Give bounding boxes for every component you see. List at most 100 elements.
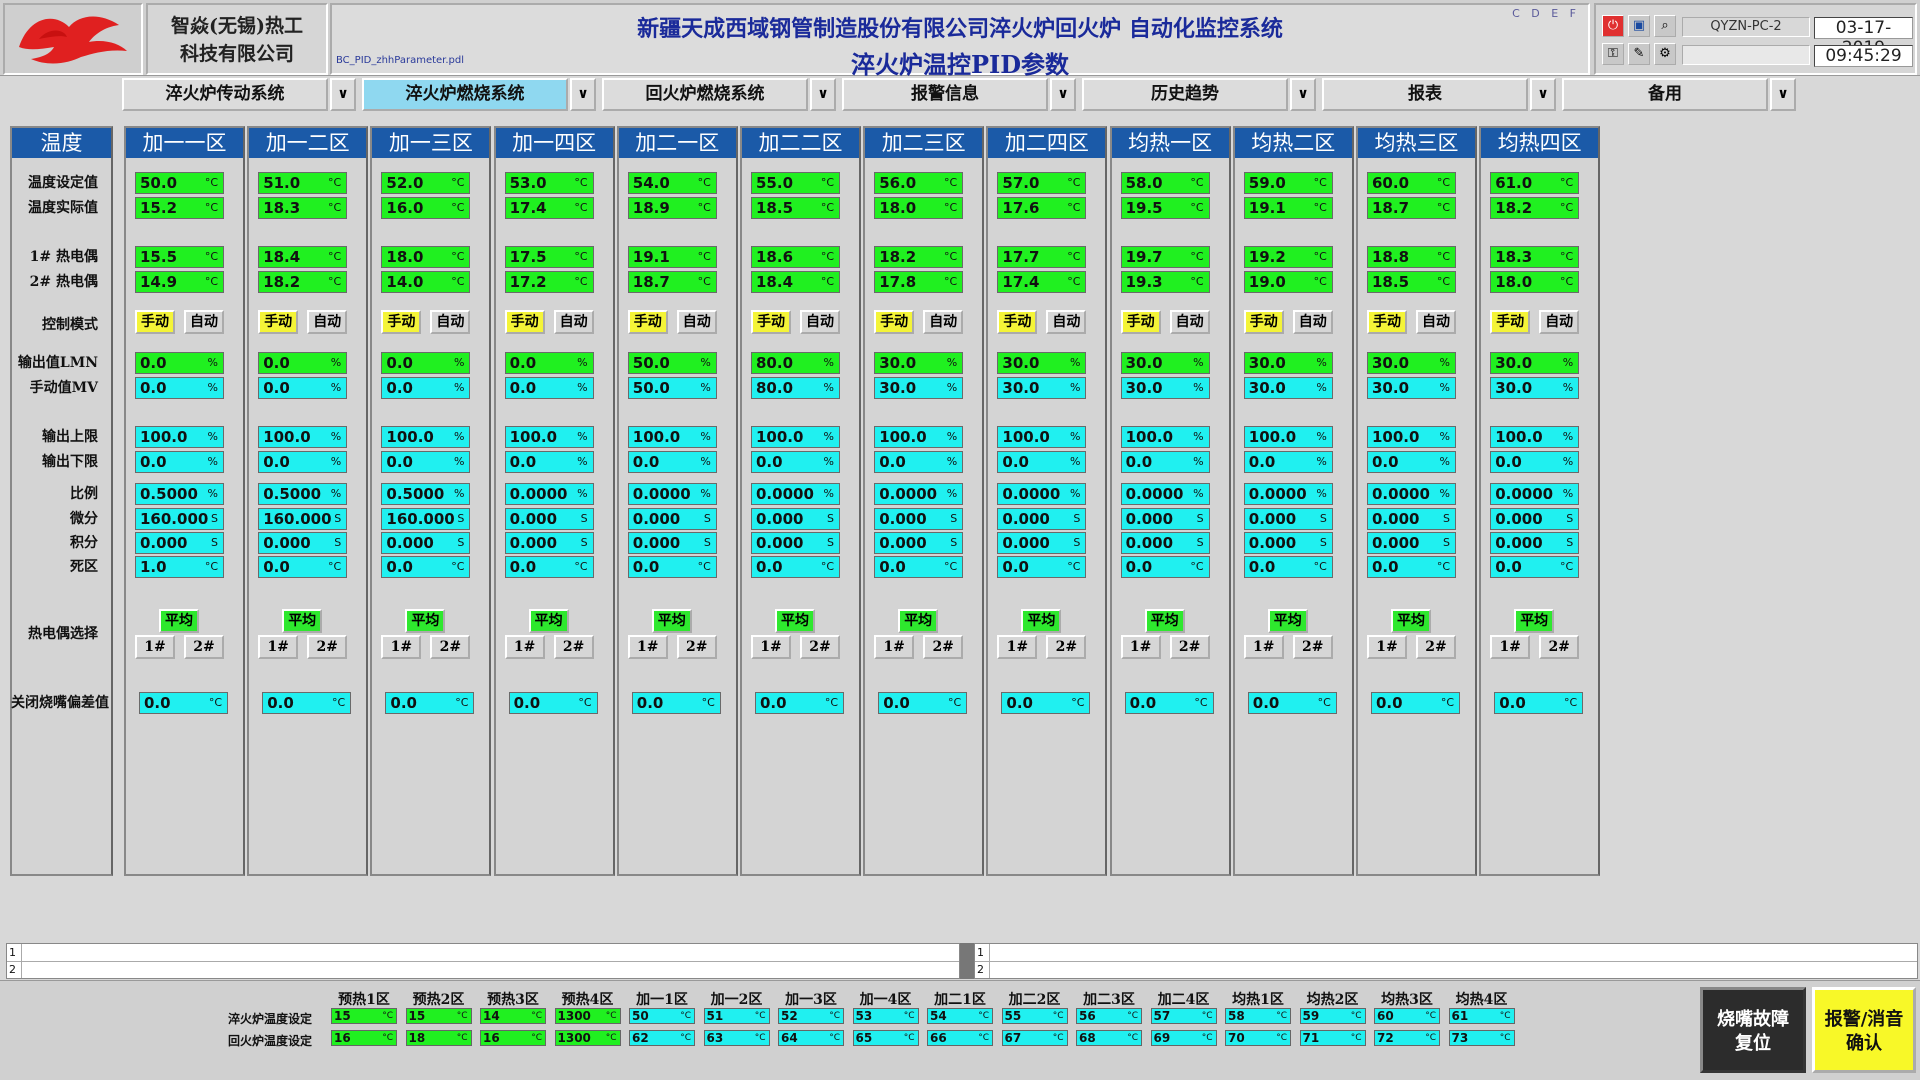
output-high-limit-field[interactable]: 100.0% [258,426,348,448]
temper-setpoint-field[interactable]: 16 °C [480,1030,546,1046]
quench-setpoint-field[interactable]: 60 °C [1374,1008,1440,1024]
integral-field[interactable]: 0.000 S [1120,532,1210,554]
output-high-limit-field[interactable]: 100.0% [1490,426,1580,448]
setpoint-field[interactable]: 53.0 °C [504,172,594,194]
deadband-field[interactable]: 0.0 °C [1243,556,1333,578]
temper-setpoint-field[interactable]: 16 °C [331,1030,397,1046]
manual-button[interactable]: 手动 [1243,310,1284,334]
quench-setpoint-field[interactable]: 58 °C [1225,1008,1291,1024]
deadband-field[interactable]: 0.0 °C [381,556,471,578]
derivative-field[interactable]: 0.000 S [627,508,717,530]
setpoint-field[interactable]: 59.0 °C [1243,172,1333,194]
tc1-select-button[interactable]: 1# [381,635,422,659]
burner-fault-reset-button[interactable]: 烧嘴故障 复位 [1700,987,1806,1073]
manual-mv-field[interactable]: 30.0% [1120,377,1210,399]
manual-button[interactable]: 手动 [504,310,545,334]
quench-setpoint-field[interactable]: 15 °C [331,1008,397,1024]
tc2-select-button[interactable]: 2# [676,635,717,659]
deadband-field[interactable]: 0.0 °C [997,556,1087,578]
manual-mv-field[interactable]: 0.0% [381,377,471,399]
output-low-limit-field[interactable]: 0.0% [627,451,717,473]
auto-button[interactable]: 自动 [1416,310,1456,334]
average-button[interactable]: 平均 [1391,609,1431,633]
nav-button[interactable]: 报表 [1322,78,1528,111]
setpoint-field[interactable]: 58.0 °C [1120,172,1210,194]
setpoint-field[interactable]: 52.0 °C [381,172,471,194]
auto-button[interactable]: 自动 [1539,310,1580,334]
integral-field[interactable]: 0.000 S [381,532,471,554]
tc2-select-button[interactable]: 2# [307,635,348,659]
setpoint-field[interactable]: 51.0 °C [258,172,348,194]
temper-setpoint-field[interactable]: 18 °C [405,1030,472,1046]
temper-setpoint-field[interactable]: 70 °C [1225,1030,1291,1046]
quench-setpoint-field[interactable]: 14 °C [480,1008,546,1024]
temper-setpoint-field[interactable]: 71 °C [1299,1030,1366,1046]
chevron-down-icon[interactable]: ∨ [810,78,836,111]
setpoint-field[interactable]: 56.0 °C [874,172,964,194]
chevron-down-icon[interactable]: ∨ [330,78,356,111]
output-high-limit-field[interactable]: 100.0% [381,426,471,448]
auto-button[interactable]: 自动 [1169,310,1210,334]
tc1-select-button[interactable]: 1# [1367,635,1407,659]
quench-setpoint-field[interactable]: 50 °C [629,1008,695,1024]
proportional-field[interactable]: 0.0000% [504,483,594,505]
deadband-field[interactable]: 1.0 °C [135,556,224,578]
derivative-field[interactable]: 0.000 S [874,508,964,530]
tc1-select-button[interactable]: 1# [997,635,1038,659]
temper-setpoint-field[interactable]: 72 °C [1374,1030,1440,1046]
manual-button[interactable]: 手动 [627,310,668,334]
derivative-field[interactable]: 0.000 S [997,508,1087,530]
deadband-field[interactable]: 0.0 °C [751,556,840,578]
tc2-select-button[interactable]: 2# [1046,635,1087,659]
tc2-select-button[interactable]: 2# [1416,635,1456,659]
tc2-select-button[interactable]: 2# [1539,635,1580,659]
quench-setpoint-field[interactable]: 57 °C [1150,1008,1217,1024]
setpoint-field[interactable]: 54.0 °C [627,172,717,194]
output-high-limit-field[interactable]: 100.0% [1120,426,1210,448]
temper-setpoint-field[interactable]: 64 °C [778,1030,844,1046]
manual-button[interactable]: 手动 [135,310,175,334]
output-low-limit-field[interactable]: 0.0% [874,451,964,473]
search-icon[interactable]: ⌕ [1654,15,1676,37]
quench-setpoint-field[interactable]: 55 °C [1001,1008,1068,1024]
quench-setpoint-field[interactable]: 51 °C [703,1008,770,1024]
nav-button[interactable]: 淬火炉传动系统 [122,78,328,111]
manual-mv-field[interactable]: 0.0% [258,377,348,399]
output-high-limit-field[interactable]: 100.0% [751,426,840,448]
quench-setpoint-field[interactable]: 59 °C [1299,1008,1366,1024]
average-button[interactable]: 平均 [528,609,569,633]
tc1-select-button[interactable]: 1# [874,635,915,659]
auto-button[interactable]: 自动 [1046,310,1087,334]
chevron-down-icon[interactable]: ∨ [1770,78,1796,111]
manual-mv-field[interactable]: 30.0% [997,377,1087,399]
quench-setpoint-field[interactable]: 61 °C [1448,1008,1515,1024]
output-low-limit-field[interactable]: 0.0% [1120,451,1210,473]
close-burner-deviation-field[interactable]: 0.0 °C [139,692,228,714]
message-table-right[interactable]: 1 2 [974,943,1918,979]
derivative-field[interactable]: 0.000 S [1120,508,1210,530]
temper-setpoint-field[interactable]: 66 °C [927,1030,993,1046]
tc2-select-button[interactable]: 2# [553,635,594,659]
temper-setpoint-field[interactable]: 68 °C [1076,1030,1142,1046]
monitor-icon[interactable]: ▣ [1628,15,1650,37]
quench-setpoint-field[interactable]: 1300 °C [554,1008,621,1024]
derivative-field[interactable]: 160.000 S [135,508,224,530]
temper-setpoint-field[interactable]: 63 °C [703,1030,770,1046]
quench-setpoint-field[interactable]: 15 °C [405,1008,472,1024]
tc2-select-button[interactable]: 2# [184,635,224,659]
temper-setpoint-field[interactable]: 65 °C [852,1030,919,1046]
tc1-select-button[interactable]: 1# [627,635,668,659]
proportional-field[interactable]: 0.0000% [997,483,1087,505]
deadband-field[interactable]: 0.0 °C [874,556,964,578]
chevron-down-icon[interactable]: ∨ [1290,78,1316,111]
output-high-limit-field[interactable]: 100.0% [997,426,1087,448]
deadband-field[interactable]: 0.0 °C [627,556,717,578]
tc1-select-button[interactable]: 1# [1120,635,1161,659]
integral-field[interactable]: 0.000 S [751,532,840,554]
setpoint-field[interactable]: 57.0 °C [997,172,1087,194]
integral-field[interactable]: 0.000 S [504,532,594,554]
derivative-field[interactable]: 0.000 S [751,508,840,530]
proportional-field[interactable]: 0.0000% [874,483,964,505]
setpoint-field[interactable]: 61.0 °C [1490,172,1580,194]
output-high-limit-field[interactable]: 100.0% [1243,426,1333,448]
